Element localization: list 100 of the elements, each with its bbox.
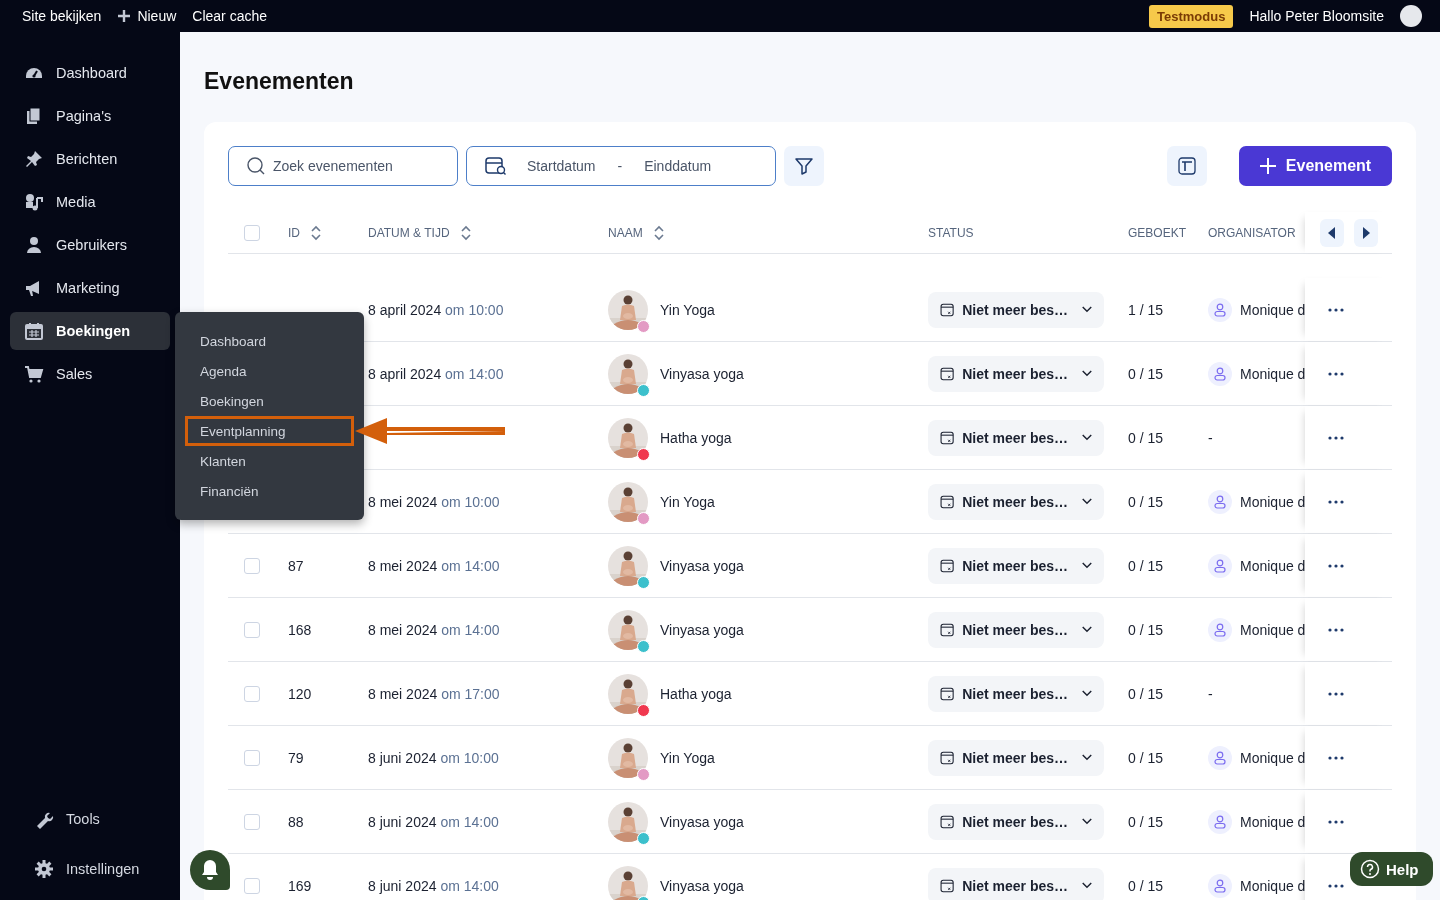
person-icon (1208, 489, 1232, 514)
plus-icon (117, 9, 132, 23)
row-checkbox[interactable] (244, 621, 260, 638)
booked-cell: 1 / 15 (1128, 301, 1164, 318)
event-name[interactable]: Vinyasa yoga (660, 621, 744, 638)
status-dropdown[interactable]: Niet meer bes… (928, 291, 1104, 328)
filter-button[interactable] (784, 146, 824, 186)
sort-icon[interactable] (652, 224, 665, 241)
sidebar-item[interactable]: Berichten (10, 140, 170, 178)
date-range-field[interactable]: Startdatum - Einddatum (466, 146, 776, 186)
avatar[interactable] (1400, 5, 1422, 27)
settings-icon (34, 859, 54, 879)
booked-cell: 0 / 15 (1128, 493, 1164, 510)
booked-cell: 0 / 15 (1128, 557, 1164, 574)
submenu-item[interactable]: Boekingen (185, 386, 354, 416)
sidebar-item[interactable]: Instellingen (0, 850, 180, 888)
row-checkbox[interactable] (244, 749, 260, 766)
event-name[interactable]: Hatha yoga (660, 685, 732, 702)
submenu-item[interactable]: Financiën (185, 476, 354, 506)
row-checkbox[interactable] (244, 557, 260, 574)
event-name[interactable]: Yin Yoga (660, 749, 715, 766)
sidebar-item[interactable]: Dashboard (10, 54, 170, 92)
event-name[interactable]: Yin Yoga (660, 301, 715, 318)
booked-cell: 0 / 15 (1128, 749, 1164, 766)
status-dropdown[interactable]: Niet meer bes… (928, 675, 1104, 712)
user-icon (24, 235, 44, 255)
greeting[interactable]: Hallo Peter Bloomsite (1249, 8, 1384, 24)
submenu-item[interactable]: Klanten (185, 446, 354, 476)
sidebar-item[interactable]: Gebruikers (10, 226, 170, 264)
select-all-checkbox[interactable] (244, 224, 260, 241)
search-icon (246, 156, 266, 176)
sidebar-item[interactable]: Sales (10, 355, 170, 393)
event-name[interactable]: Vinyasa yoga (660, 813, 744, 830)
date-time-cell: 8 mei 2024 om 14:00 (368, 621, 500, 638)
scroll-right-button[interactable] (1354, 218, 1378, 247)
person-icon (1208, 809, 1232, 834)
organizer-cell: Monique d (1240, 813, 1305, 830)
help-button[interactable]: Help (1350, 852, 1433, 886)
status-dropdown[interactable]: Niet meer bes… (928, 611, 1104, 648)
submenu-item[interactable]: Eventplanning (185, 416, 354, 446)
booked-cell: 0 / 15 (1128, 429, 1164, 446)
column-header: DATUM & TIJD (368, 225, 450, 240)
person-icon (1208, 553, 1232, 578)
calendar-icon (24, 321, 44, 341)
status-dropdown[interactable]: Niet meer bes… (928, 803, 1104, 840)
sidebar-item[interactable]: Boekingen (10, 312, 170, 350)
event-name[interactable]: Yin Yoga (660, 493, 715, 510)
organizer-cell: - (1208, 429, 1213, 446)
status-dropdown[interactable]: Niet meer bes… (928, 739, 1104, 776)
chevron-down-icon (1082, 625, 1092, 634)
sort-icon[interactable] (459, 224, 472, 241)
add-event-button[interactable]: Evenement (1239, 146, 1392, 186)
notification-button[interactable] (190, 850, 230, 890)
row-checkbox[interactable] (244, 685, 260, 702)
sidebar-item[interactable]: Pagina's (10, 97, 170, 135)
id-cell: 169 (288, 877, 312, 894)
submenu-item[interactable]: Dashboard (185, 326, 354, 356)
event-name[interactable]: Vinyasa yoga (660, 877, 744, 894)
row-checkbox[interactable] (244, 813, 260, 830)
filter-icon (794, 157, 814, 175)
row-checkbox[interactable] (244, 877, 260, 894)
status-dropdown[interactable]: Niet meer bes… (928, 419, 1104, 456)
media-icon (24, 192, 44, 212)
booked-cell: 0 / 15 (1128, 621, 1164, 638)
chevron-down-icon (1082, 497, 1092, 506)
submenu-item[interactable]: Agenda (185, 356, 354, 386)
columns-button[interactable] (1167, 146, 1207, 186)
booked-cell: 0 / 15 (1128, 813, 1164, 830)
sidebar-item[interactable]: Tools (0, 800, 180, 838)
chevron-down-icon (1082, 433, 1092, 442)
new-link[interactable]: Nieuw (117, 8, 177, 24)
date-time-cell: 8 juni 2024 om 14:00 (368, 813, 499, 830)
pin-icon (24, 149, 44, 169)
event-name[interactable]: Vinyasa yoga (660, 557, 744, 574)
event-name[interactable]: Vinyasa yoga (660, 365, 744, 382)
event-name[interactable]: Hatha yoga (660, 429, 732, 446)
scroll-left-button[interactable] (1320, 218, 1344, 247)
id-cell: 79 (288, 749, 304, 766)
person-icon (1208, 745, 1232, 770)
organizer-cell: Monique d (1240, 493, 1305, 510)
chevron-down-icon (1082, 881, 1092, 890)
view-site-link[interactable]: Site bekijken (22, 8, 102, 24)
sidebar-item[interactable]: Marketing (10, 269, 170, 307)
status-dropdown[interactable]: Niet meer bes… (928, 867, 1104, 900)
date-time-cell: 8 juni 2024 om 10:00 (368, 749, 499, 766)
date-time-cell: 8 mei 2024 om 14:00 (368, 557, 500, 574)
booked-cell: 0 / 15 (1128, 685, 1164, 702)
sidebar-item[interactable]: Media (10, 183, 170, 221)
chevron-down-icon (1082, 689, 1092, 698)
clear-cache-link[interactable]: Clear cache (192, 8, 267, 24)
search-field[interactable]: Zoek evenementen (228, 146, 458, 186)
page-title: Evenementen (204, 68, 355, 95)
organizer-cell: Monique d (1240, 621, 1305, 638)
organizer-cell: Monique d (1240, 877, 1305, 894)
column-header: NAAM (608, 225, 643, 240)
status-dropdown[interactable]: Niet meer bes… (928, 547, 1104, 584)
status-dropdown[interactable]: Niet meer bes… (928, 355, 1104, 392)
status-dropdown[interactable]: Niet meer bes… (928, 483, 1104, 520)
column-header: GEBOEKT (1128, 225, 1186, 240)
sort-icon[interactable] (310, 224, 322, 241)
